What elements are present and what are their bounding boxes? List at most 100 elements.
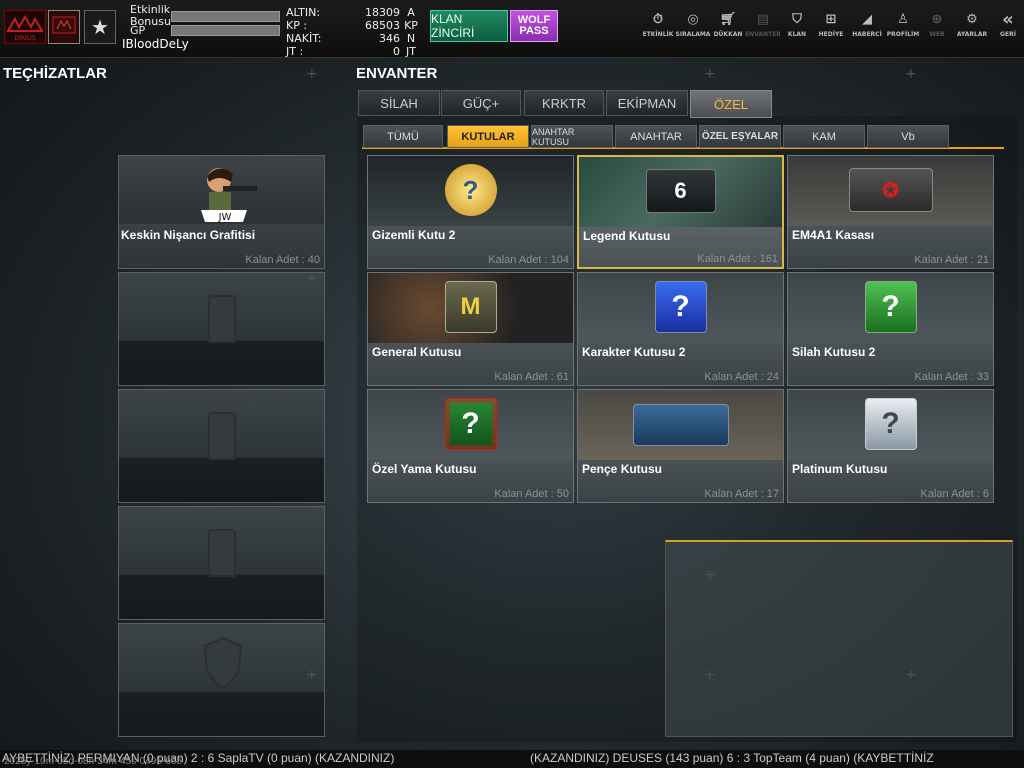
currency-label: JT : (286, 45, 304, 58)
item-image: ? (368, 390, 573, 460)
tab-weapon[interactable]: SİLAH (358, 90, 440, 116)
platinum-box-icon: ? (864, 398, 917, 450)
globe-icon: ⊕ (931, 11, 943, 27)
equipment-slot-3[interactable] (118, 389, 325, 503)
item-image: ? (788, 390, 993, 460)
currency-value: 346 (379, 32, 400, 45)
gp-bar (171, 25, 280, 36)
subtab-special-items[interactable]: ÖZEL EŞYALAR (699, 125, 781, 148)
rank-star-icon[interactable]: ★ (84, 10, 116, 44)
item-card-legend-box[interactable]: 6 Legend Kutusu Kalan Adet : 161 (577, 155, 784, 269)
tab-power[interactable]: GÜÇ+ (441, 90, 521, 116)
tab-equipment[interactable]: EKİPMAN (606, 90, 688, 116)
item-name: Legend Kutusu (583, 229, 671, 243)
nav-label: DÜKKAN (713, 31, 743, 38)
shield-icon (203, 636, 243, 694)
slot-item-count: Kalan Adet : 40 (245, 254, 320, 266)
gp-label: GP (130, 24, 146, 37)
nav-label: SIRALAMA (675, 31, 711, 38)
currency-label: NAKİT: (286, 32, 322, 45)
player-name: IBloodDeLy (122, 37, 189, 51)
plus-marker: + (704, 66, 716, 82)
profile-icon: ♙ (897, 11, 909, 27)
currency-row: NAKİT: 346 N (286, 32, 422, 45)
equipment-slot-2[interactable] (118, 272, 325, 386)
item-detail-panel (665, 540, 1013, 737)
subtab-all[interactable]: TÜMÜ (363, 125, 443, 148)
slot-item-name: Keskin Nişancı Grafitisi (121, 228, 256, 242)
item-image: ? (368, 156, 573, 226)
tab-character[interactable]: KRKTR (524, 90, 604, 116)
item-card-mystery-box-2[interactable]: ? Gizemli Kutu 2 Kalan Adet : 104 (367, 155, 574, 269)
timer-icon: ⏱ (652, 11, 664, 27)
currency-unit: JT (406, 45, 416, 58)
item-card-claw-box[interactable]: Pençe Kutusu Kalan Adet : 17 (577, 389, 784, 503)
item-count: Kalan Adet : 61 (494, 371, 569, 383)
subtab-key[interactable]: ANAHTAR (615, 125, 697, 148)
subtab-boxes[interactable]: KUTULAR (447, 125, 529, 148)
nav-profile[interactable]: ♙ PROFİLİM (884, 10, 922, 50)
tab-special[interactable]: ÖZEL (690, 90, 772, 118)
item-name: EM4A1 Kasası (792, 228, 875, 242)
nav-event[interactable]: ⏱ ETKİNLİK (640, 10, 676, 50)
spray-can-icon (207, 529, 236, 577)
equipment-slot-5[interactable] (118, 623, 325, 737)
item-count: Kalan Adet : 33 (914, 371, 989, 383)
timestamp: 2025y-10m-05d-08h-34m-45s-0495-665 (4, 756, 182, 767)
nav-gift[interactable]: ⊞ HEDİYE (814, 10, 848, 50)
ticker-right: (KAZANDINIZ) DEUSES (143 puan) 6 : 3 Top… (530, 751, 934, 765)
nav-inventory[interactable]: ▤ ENVANTER (745, 10, 781, 50)
svg-text:DİRİLİŞ: DİRİLİŞ (14, 35, 35, 42)
nav-settings[interactable]: ⚙ AYARLAR (952, 10, 992, 50)
currency-value: 68503 (365, 19, 400, 32)
cart-icon: 🛒︎ (719, 11, 737, 27)
gear-icon: ⚙ (966, 11, 978, 27)
item-name: Platinum Kutusu (792, 462, 888, 476)
nav-label: ETKİNLİK (642, 31, 674, 38)
item-card-general-box[interactable]: M General Kutusu Kalan Adet : 61 (367, 272, 574, 386)
nav-label: HABERCİ (852, 31, 882, 38)
wolf-pass-button[interactable]: WOLF PASS (510, 10, 558, 42)
subtab-other[interactable]: Vb (867, 125, 949, 148)
character-box-icon: ? (654, 281, 707, 333)
item-name: Gizemli Kutu 2 (372, 228, 456, 242)
equipment-title: TEÇHİZATLAR (3, 65, 107, 82)
item-card-character-box-2[interactable]: ? Karakter Kutusu 2 Kalan Adet : 24 (577, 272, 784, 386)
clan-chain-button[interactable]: KLAN ZİNCİRİ (430, 10, 508, 42)
nav-label: KLAN (787, 31, 807, 38)
top-bar: DİRİLİŞ ★ Etkinlik Bonusu GP IBloodDeLy … (0, 0, 1024, 58)
nav-messenger[interactable]: ◢ HABERCİ (848, 10, 886, 50)
currency-row: ALTIN: 18309 A (286, 6, 422, 19)
clan-emblem[interactable] (48, 10, 80, 44)
item-card-special-patch-box[interactable]: ? Özel Yama Kutusu Kalan Adet : 50 (367, 389, 574, 503)
currency-value: 18309 (365, 6, 400, 19)
nav-ranking[interactable]: ◎ SIRALAMA (675, 10, 711, 50)
nav-label: WEB (929, 31, 945, 38)
nav-web[interactable]: ⊕ WEB (922, 10, 952, 50)
back-icon: « (1002, 8, 1014, 30)
spray-can-icon (207, 295, 236, 343)
item-name: Özel Yama Kutusu (372, 462, 477, 476)
item-card-em4a1-crate[interactable]: ✪ EM4A1 Kasası Kalan Adet : 21 (787, 155, 994, 269)
nav-clan[interactable]: ⛉ KLAN (780, 10, 814, 50)
plus-marker: + (306, 667, 318, 683)
currency-row: KP : 68503 KP (286, 19, 422, 32)
currency-unit: KP (404, 19, 418, 32)
item-card-platinum-box[interactable]: ? Platinum Kutusu Kalan Adet : 6 (787, 389, 994, 503)
item-count: Kalan Adet : 161 (697, 253, 778, 265)
currency-label: KP : (286, 19, 308, 32)
item-card-weapon-box-2[interactable]: ? Silah Kutusu 2 Kalan Adet : 33 (787, 272, 994, 386)
item-image: ✪ (788, 156, 993, 226)
currency-value: 0 (393, 45, 400, 58)
subtab-cam[interactable]: KAM (783, 125, 865, 148)
subtab-key-box[interactable]: ANAHTAR KUTUSU (531, 125, 613, 148)
equipment-slot-1[interactable]: JW Keskin Nişancı Grafitisi Kalan Adet :… (118, 155, 325, 269)
nav-back[interactable]: «GERİ (992, 8, 1024, 50)
item-name: Karakter Kutusu 2 (582, 345, 686, 359)
nav-label: PROFİLİM (886, 31, 920, 38)
item-name: Silah Kutusu 2 (792, 345, 876, 359)
nav-shop[interactable]: 🛒︎ DÜKKAN (710, 10, 746, 50)
megaphone-icon: ◢ (862, 11, 872, 27)
equipment-slot-4[interactable] (118, 506, 325, 620)
item-image: ? (578, 273, 783, 343)
